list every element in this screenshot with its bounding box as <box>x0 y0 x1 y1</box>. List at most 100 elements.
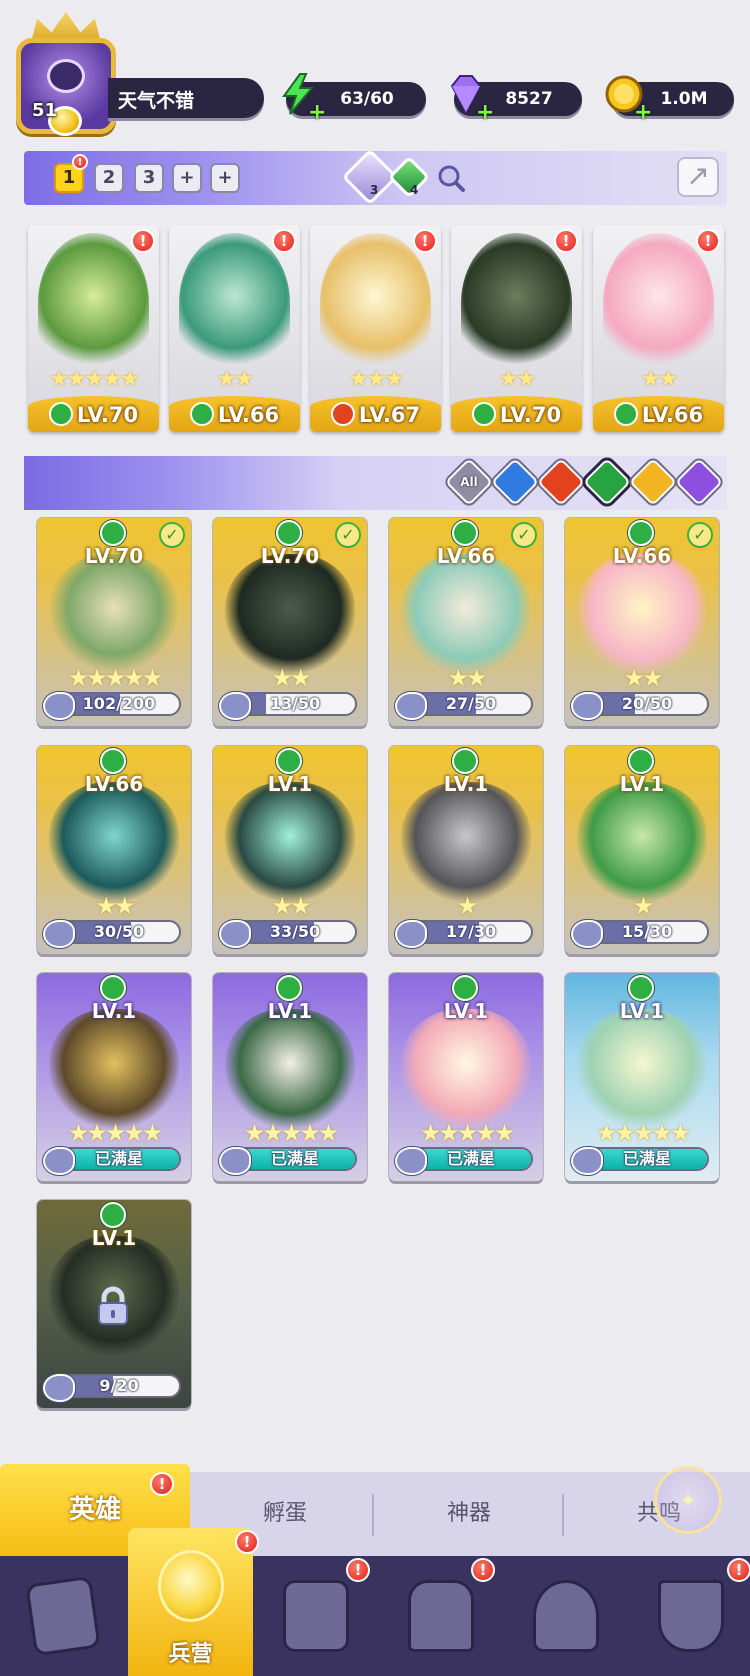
hero-card[interactable]: LV.66 ★★ 30/50 <box>37 746 191 954</box>
shard-progress-bar: 20/50 <box>585 692 709 716</box>
shard-icon <box>219 692 251 720</box>
hero-portrait <box>603 233 714 373</box>
shard-icon <box>571 692 603 720</box>
filter-dark-icon[interactable] <box>674 457 724 507</box>
shard-count: 30/50 <box>93 922 145 941</box>
hero-level: LV.70 <box>499 403 562 427</box>
hero-level: LV.66 <box>217 403 280 427</box>
filter-all-label: All <box>460 475 478 489</box>
hero-level: LV.1 <box>443 999 489 1023</box>
sparkle-icon: ✦ <box>679 1488 697 1512</box>
team-hero-card[interactable]: ! ★★ LV.66 <box>593 225 724 432</box>
shard-progress-bar: 已满星 <box>57 1147 181 1171</box>
gems-counter[interactable]: + 8527 <box>450 75 582 124</box>
hero-card[interactable]: LV.1 ★★ 33/50 <box>213 746 367 954</box>
purple-stone-count: 3 <box>370 183 379 197</box>
hero-card[interactable]: ✓ LV.70 ★★★★★ 102/200 <box>37 518 191 726</box>
team-hero-card[interactable]: ! ★★★★★ LV.70 <box>28 225 159 432</box>
filter-water-icon[interactable] <box>490 457 540 507</box>
hero-card[interactable]: LV.1 ★ 17/30 <box>389 746 543 954</box>
hero-card[interactable]: LV.1 9/20 <box>37 1200 191 1408</box>
add-gems-icon[interactable]: + <box>476 102 494 124</box>
gems-value: 8527 <box>505 89 553 109</box>
filter-light-icon[interactable] <box>628 457 678 507</box>
nav-guild[interactable]: ! <box>628 1556 750 1676</box>
banner-icon <box>658 1580 724 1652</box>
nav-mushroom[interactable] <box>503 1556 628 1676</box>
add-coins-icon[interactable]: + <box>634 102 652 124</box>
hero-stars: ★ <box>632 892 655 920</box>
hero-stars: ★★ <box>271 892 311 920</box>
mushroom-icon <box>533 1580 599 1652</box>
green-stone-icon[interactable] <box>387 155 431 199</box>
nav-barracks-label: 兵营 <box>168 1642 213 1667</box>
hero-card[interactable]: LV.1 ★★★★★ 已满星 <box>213 973 367 1181</box>
team-tab-3[interactable]: 3 <box>134 163 164 193</box>
sub-tab-bar: 英雄 ! 孵蛋 神器 共鸣 <box>0 1464 750 1556</box>
element-filter-bar: All <box>24 456 727 510</box>
hero-level-bar: LV.70 <box>451 396 582 432</box>
add-energy-icon[interactable]: + <box>308 102 326 124</box>
hero-portrait <box>320 233 431 373</box>
hero-portrait <box>577 554 707 674</box>
hero-stars: ★★ <box>640 367 678 392</box>
wind-element-icon <box>628 520 654 546</box>
wind-element-icon <box>100 520 126 546</box>
team-selector-bar: 1 ! 2 3 + + 3 4 ↗ <box>24 148 727 206</box>
energy-counter[interactable]: + 63/60 <box>282 73 426 124</box>
hero-card[interactable]: ✓ LV.66 ★★ 27/50 <box>389 518 543 726</box>
filter-wind-icon[interactable] <box>582 457 632 507</box>
tab-artifacts[interactable]: 神器 <box>374 1472 564 1556</box>
player-avatar[interactable]: 51 <box>10 12 122 144</box>
hero-card[interactable]: LV.1 ★★★★★ 已满星 <box>37 973 191 1181</box>
wind-element-icon <box>628 748 654 774</box>
team-tab-add-2[interactable]: + <box>210 163 240 193</box>
player-name[interactable]: 天气不错 <box>108 78 264 118</box>
filter-fire-icon[interactable] <box>536 457 586 507</box>
team-tab-add-1[interactable]: + <box>172 163 202 193</box>
team-tab-2[interactable]: 2 <box>94 163 124 193</box>
hero-level: LV.66 <box>84 772 144 796</box>
team-hero-card[interactable]: ! ★★ LV.70 <box>451 225 582 432</box>
energy-value: 63/60 <box>340 89 394 109</box>
hero-portrait <box>401 554 531 674</box>
hero-stars: ★★ <box>447 664 487 692</box>
hero-stars: ★★★ <box>348 367 404 392</box>
nav-book[interactable]: ! <box>253 1556 378 1676</box>
shard-count: 9/20 <box>99 1376 139 1395</box>
hero-card[interactable]: ✓ LV.66 ★★ 20/50 <box>565 518 719 726</box>
team-hero-card[interactable]: ! ★★ LV.66 <box>169 225 300 432</box>
hero-stars: ★★ <box>95 892 135 920</box>
hero-level-bar: LV.67 <box>310 396 441 432</box>
wind-element-icon <box>189 402 214 426</box>
hero-card[interactable]: LV.1 ★ 15/30 <box>565 746 719 954</box>
hero-stars: ★★★★★ <box>49 367 140 392</box>
nav-cards[interactable] <box>0 1556 125 1676</box>
hero-portrait <box>49 554 179 674</box>
hero-card[interactable]: LV.1 ★★★★★ 已满星 <box>565 973 719 1181</box>
hero-stars: ★★★★★ <box>595 1119 692 1147</box>
hero-level: LV.67 <box>358 403 421 427</box>
floating-assistant-button[interactable]: ✦ <box>654 1466 722 1534</box>
shard-icon <box>219 920 251 948</box>
wind-element-icon <box>100 748 126 774</box>
wind-element-icon <box>628 975 654 1001</box>
shard-icon <box>43 920 75 948</box>
shard-count: 33/50 <box>269 922 321 941</box>
nav-castle[interactable]: ! <box>378 1556 503 1676</box>
hero-portrait <box>38 233 149 373</box>
nav-barracks[interactable]: 兵营 ! <box>128 1528 259 1676</box>
wind-element-icon <box>452 748 478 774</box>
hero-card[interactable]: ✓ LV.70 ★★ 13/50 <box>213 518 367 726</box>
team-hero-card[interactable]: ! ★★★ LV.67 <box>310 225 441 432</box>
coins-counter[interactable]: + 1.0M <box>605 75 734 124</box>
hero-alert-badge: ! <box>272 229 296 253</box>
search-icon[interactable] <box>436 163 466 193</box>
shard-progress-bar: 30/50 <box>57 920 181 944</box>
cards-icon <box>25 1575 101 1657</box>
filter-all-button[interactable]: All <box>444 457 494 507</box>
lock-icon <box>98 1286 128 1325</box>
hero-portrait <box>461 233 572 373</box>
hero-card[interactable]: LV.1 ★★★★★ 已满星 <box>389 973 543 1181</box>
share-button[interactable]: ↗ <box>677 157 719 197</box>
